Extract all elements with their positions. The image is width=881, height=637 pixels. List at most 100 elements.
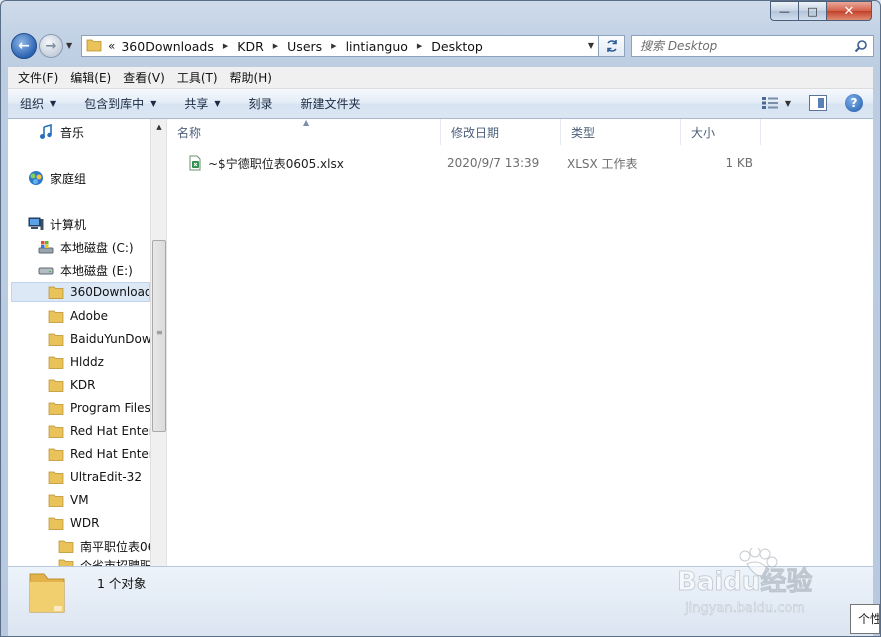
nav-scrollbar[interactable]: ▲ ≡ ▼ bbox=[150, 119, 166, 603]
column-label: 修改日期 bbox=[451, 125, 500, 140]
dropdown-arrow-icon: ▼ bbox=[50, 99, 57, 108]
nav-folder-ultraedit[interactable]: UltraEdit-32 bbox=[48, 467, 142, 487]
search-icon[interactable] bbox=[854, 39, 868, 56]
search-input[interactable] bbox=[632, 39, 842, 53]
homegroup-icon bbox=[29, 171, 43, 185]
view-dropdown-arrow-icon[interactable]: ▼ bbox=[785, 99, 791, 108]
nav-label: 本地磁盘 (C:) bbox=[60, 240, 134, 255]
breadcrumb-arrow-icon[interactable]: ▶ bbox=[331, 42, 336, 50]
view-options-icon[interactable] bbox=[761, 96, 779, 110]
computer-icon bbox=[28, 217, 44, 230]
column-header-size[interactable]: 大小 bbox=[681, 119, 761, 145]
nav-folder-program-files[interactable]: Program Files bbox=[48, 398, 151, 418]
breadcrumb-desktop[interactable]: Desktop bbox=[431, 39, 483, 54]
nav-folder-red-hat-1[interactable]: Red Hat Enterprise bbox=[48, 421, 166, 441]
nav-label: Program Files bbox=[70, 401, 151, 415]
address-history-dropdown[interactable]: ▼ bbox=[588, 41, 594, 50]
address-bar[interactable]: « 360Downloads ▶ KDR ▶ Users ▶ lintiangu… bbox=[81, 35, 599, 57]
hard-drive-icon bbox=[38, 267, 54, 275]
file-size-cell: 1 KB bbox=[725, 156, 753, 170]
folder-icon bbox=[48, 286, 64, 299]
nav-label: 家庭组 bbox=[50, 171, 87, 186]
nav-folder-baiduyundownload[interactable]: BaiduYunDownload bbox=[48, 329, 166, 349]
maximize-button[interactable]: □ bbox=[798, 1, 826, 21]
folder-icon bbox=[58, 540, 74, 553]
include-label: 包含到库中 bbox=[84, 97, 145, 111]
column-header-type[interactable]: 类型 bbox=[561, 119, 681, 145]
folder-large-icon bbox=[29, 573, 65, 613]
refresh-button[interactable] bbox=[599, 35, 625, 57]
nav-item-homegroup[interactable]: 家庭组 bbox=[28, 168, 86, 188]
item-count: 1 个对象 bbox=[97, 576, 147, 591]
nav-label: 本地磁盘 (E:) bbox=[60, 263, 133, 278]
scroll-up-icon[interactable]: ▲ bbox=[151, 119, 166, 135]
breadcrumb-arrow-icon[interactable]: ▶ bbox=[273, 42, 278, 50]
nav-folder-wdr[interactable]: WDR bbox=[48, 513, 99, 533]
file-name: ~$宁德职位表0605.xlsx bbox=[208, 156, 344, 171]
recent-pages-dropdown[interactable]: ▼ bbox=[66, 41, 72, 50]
nav-folder-kdr[interactable]: KDR bbox=[48, 375, 95, 395]
folder-icon bbox=[48, 310, 64, 323]
menu-help[interactable]: 帮助(H) bbox=[224, 69, 278, 86]
breadcrumb-users[interactable]: Users bbox=[287, 39, 322, 54]
nav-item-drive-c[interactable]: 本地磁盘 (C:) bbox=[38, 237, 134, 257]
caption-buttons: — □ ✕ bbox=[770, 1, 872, 21]
column-header-modified[interactable]: 修改日期 bbox=[441, 119, 561, 145]
new-folder-button[interactable]: 新建文件夹 bbox=[301, 95, 361, 112]
column-label: 名称 bbox=[177, 125, 202, 140]
breadcrumb-360downloads[interactable]: 360Downloads bbox=[121, 39, 214, 54]
nav-folder-vm[interactable]: VM bbox=[48, 490, 89, 510]
folder-icon bbox=[48, 333, 64, 346]
share-button[interactable]: 共享 ▼ bbox=[184, 95, 220, 112]
music-icon bbox=[40, 124, 52, 139]
nav-item-computer[interactable]: 计算机 bbox=[28, 214, 86, 234]
breadcrumb-overflow[interactable]: « bbox=[108, 39, 115, 53]
organize-button[interactable]: 组织 ▼ bbox=[20, 95, 56, 112]
share-label: 共享 bbox=[184, 97, 209, 111]
nav-folder-360downloads[interactable]: 360Downloads bbox=[11, 282, 150, 302]
folder-icon bbox=[48, 517, 64, 530]
navigation-pane: 音乐 家庭组 计算机 本地磁盘 (C:) 本地磁盘 (E:) 360Downlo… bbox=[8, 119, 166, 603]
address-row: ← → ▼ « 360Downloads ▶ KDR ▶ Users ▶ lin… bbox=[9, 31, 874, 63]
preview-pane-icon[interactable] bbox=[809, 95, 827, 111]
system-drive-icon bbox=[38, 241, 54, 254]
nav-label: KDR bbox=[70, 378, 96, 392]
menu-edit[interactable]: 编辑(E) bbox=[64, 69, 117, 86]
breadcrumb-lintianguo[interactable]: lintianguo bbox=[346, 39, 408, 54]
file-modified-cell: 2020/9/7 13:39 bbox=[447, 156, 540, 170]
column-headers: 名称 ▲ 修改日期 类型 大小 bbox=[167, 118, 873, 145]
minimize-button[interactable]: — bbox=[770, 1, 798, 21]
menu-tools[interactable]: 工具(T) bbox=[171, 69, 224, 86]
back-button[interactable]: ← bbox=[11, 33, 37, 59]
nav-label: 计算机 bbox=[50, 217, 87, 232]
close-button[interactable]: ✕ bbox=[826, 1, 872, 21]
burn-button[interactable]: 刻录 bbox=[249, 95, 273, 112]
nav-item-drive-e[interactable]: 本地磁盘 (E:) bbox=[38, 260, 133, 280]
table-row[interactable]: ~$宁德职位表0605.xlsx 2020/9/7 13:39 XLSX 工作表… bbox=[177, 153, 777, 173]
organize-label: 组织 bbox=[20, 97, 45, 111]
nav-folder-red-hat-2[interactable]: Red Hat Enterprise bbox=[48, 444, 166, 464]
folder-icon bbox=[48, 402, 64, 415]
breadcrumb-arrow-icon[interactable]: ▶ bbox=[223, 42, 228, 50]
folder-icon bbox=[86, 38, 102, 55]
column-label: 类型 bbox=[571, 125, 596, 140]
excel-file-icon bbox=[189, 155, 201, 171]
scrollbar-thumb[interactable]: ≡ bbox=[152, 240, 166, 432]
nav-folder-adobe[interactable]: Adobe bbox=[48, 306, 108, 326]
file-name-cell[interactable]: ~$宁德职位表0605.xlsx bbox=[187, 153, 344, 173]
nav-item-music[interactable]: 音乐 bbox=[38, 122, 84, 142]
folder-icon bbox=[48, 494, 64, 507]
menu-view[interactable]: 查看(V) bbox=[117, 69, 171, 86]
nav-folder-hlddz[interactable]: Hlddz bbox=[48, 352, 104, 372]
include-in-library-button[interactable]: 包含到库中 ▼ bbox=[84, 95, 156, 112]
breadcrumb-arrow-icon[interactable]: ▶ bbox=[417, 42, 422, 50]
nav-label: Adobe bbox=[70, 309, 108, 323]
search-box[interactable] bbox=[631, 35, 874, 57]
nav-label: VM bbox=[70, 493, 89, 507]
menu-file[interactable]: 文件(F) bbox=[12, 69, 64, 86]
file-list: 名称 ▲ 修改日期 类型 大小 ~$宁德职位表0605.xlsx 2020/9/… bbox=[167, 118, 873, 603]
nav-label: UltraEdit-32 bbox=[70, 470, 142, 484]
forward-button[interactable]: → bbox=[39, 34, 63, 58]
help-icon[interactable]: ? bbox=[845, 94, 863, 112]
breadcrumb-kdr[interactable]: KDR bbox=[237, 39, 264, 54]
